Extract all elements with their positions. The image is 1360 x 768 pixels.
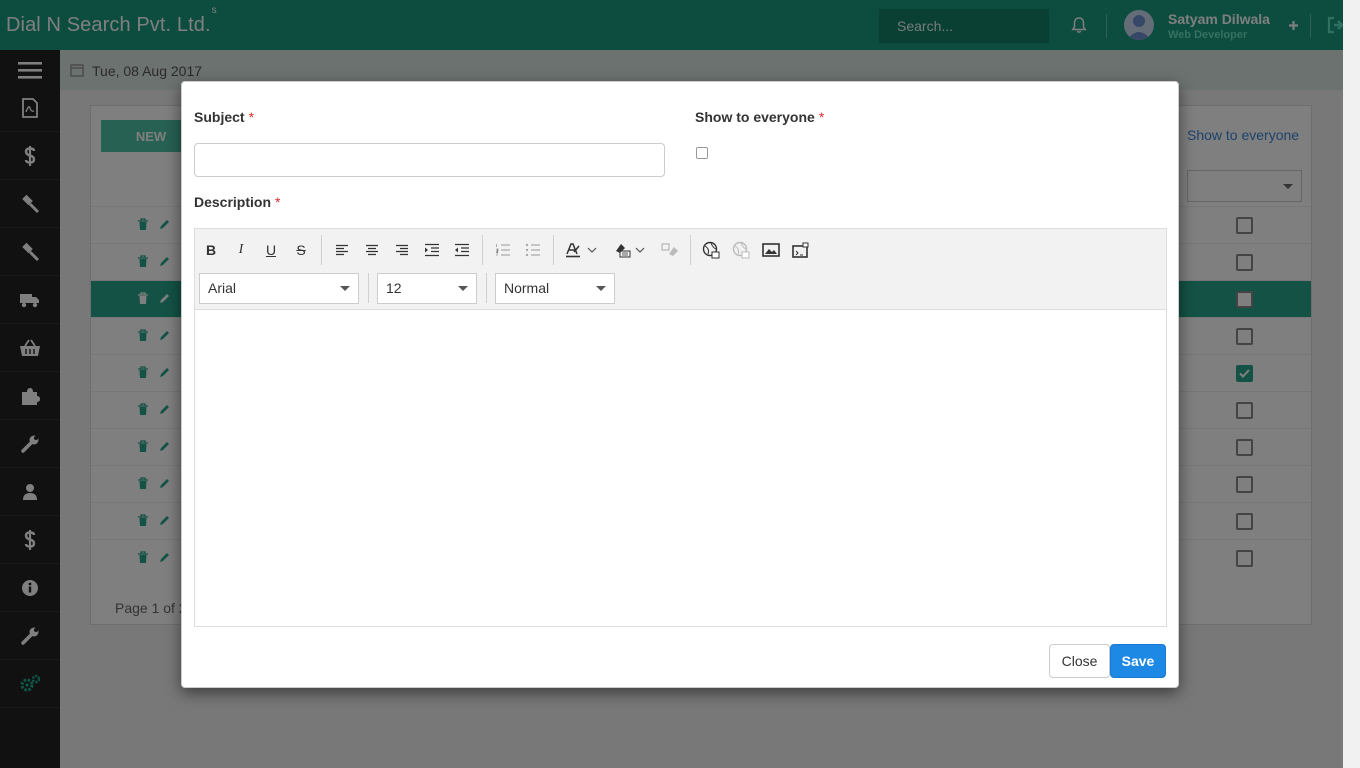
highlight-color-button[interactable] — [609, 237, 635, 263]
align-left-button[interactable] — [329, 237, 355, 263]
link-globe-icon — [702, 241, 720, 259]
text-color-button[interactable] — [561, 237, 587, 263]
toolbar-divider — [368, 273, 369, 303]
required-mark: * — [248, 109, 255, 125]
outdent-icon — [455, 243, 469, 257]
bullet-list-icon — [525, 243, 540, 257]
underline-button[interactable]: U — [258, 237, 284, 263]
required-mark: * — [275, 194, 281, 210]
paragraph-format-select[interactable]: Normal — [495, 273, 615, 304]
rich-text-editor: B I U S Arial 12 Normal — [194, 228, 1167, 627]
ordered-list-button[interactable] — [490, 237, 516, 263]
remove-link-button[interactable] — [728, 237, 754, 263]
highlight-color-dropdown[interactable] — [633, 237, 647, 263]
show-to-everyone-label: Show to everyone * — [695, 109, 825, 125]
text-color-icon — [566, 243, 580, 258]
insert-image-button[interactable] — [758, 237, 784, 263]
required-mark: * — [818, 109, 825, 125]
insert-code-button[interactable] — [788, 237, 814, 263]
align-center-button[interactable] — [359, 237, 385, 263]
clear-format-button[interactable] — [657, 237, 683, 263]
strikethrough-button[interactable]: S — [288, 237, 314, 263]
align-left-icon — [336, 244, 348, 256]
toolbar-divider — [482, 235, 483, 265]
toolbar-divider — [486, 273, 487, 303]
unlink-globe-icon — [732, 241, 750, 259]
description-label: Description * — [194, 194, 281, 210]
close-button[interactable]: Close — [1049, 644, 1110, 678]
toolbar-divider — [321, 235, 322, 265]
subject-input[interactable] — [194, 143, 665, 177]
chevron-down-icon — [458, 286, 468, 291]
chevron-down-icon — [340, 286, 350, 291]
show-to-everyone-checkbox[interactable] — [696, 147, 708, 159]
chevron-down-icon — [596, 286, 606, 291]
editor-toolbar: B I U S Arial 12 Normal — [195, 229, 1166, 310]
page-scrollbar[interactable] — [1343, 0, 1360, 768]
bold-button[interactable]: B — [198, 237, 224, 263]
toolbar-divider — [690, 235, 691, 265]
new-notice-modal: Subject * Show to everyone * Description * … — [181, 81, 1179, 688]
chevron-down-icon — [587, 247, 597, 253]
align-right-button[interactable] — [389, 237, 415, 263]
image-icon — [762, 243, 780, 257]
ordered-list-icon — [496, 244, 510, 256]
code-block-icon — [792, 242, 809, 258]
chevron-down-icon — [635, 247, 645, 253]
align-center-icon — [366, 244, 378, 256]
indent-icon — [425, 243, 439, 257]
align-right-icon — [396, 244, 408, 256]
subject-label: Subject * — [194, 109, 255, 125]
highlight-icon — [616, 244, 631, 258]
bullet-list-button[interactable] — [520, 237, 546, 263]
italic-button[interactable]: I — [228, 237, 254, 263]
font-family-select[interactable]: Arial — [199, 273, 359, 304]
indent-button[interactable] — [419, 237, 445, 263]
text-color-dropdown[interactable] — [585, 237, 599, 263]
eraser-icon — [661, 243, 678, 256]
description-editor-area[interactable] — [195, 310, 1166, 626]
outdent-button[interactable] — [449, 237, 475, 263]
insert-link-button[interactable] — [698, 237, 724, 263]
save-button[interactable]: Save — [1110, 644, 1166, 678]
font-size-select[interactable]: 12 — [377, 273, 477, 304]
toolbar-divider — [553, 235, 554, 265]
